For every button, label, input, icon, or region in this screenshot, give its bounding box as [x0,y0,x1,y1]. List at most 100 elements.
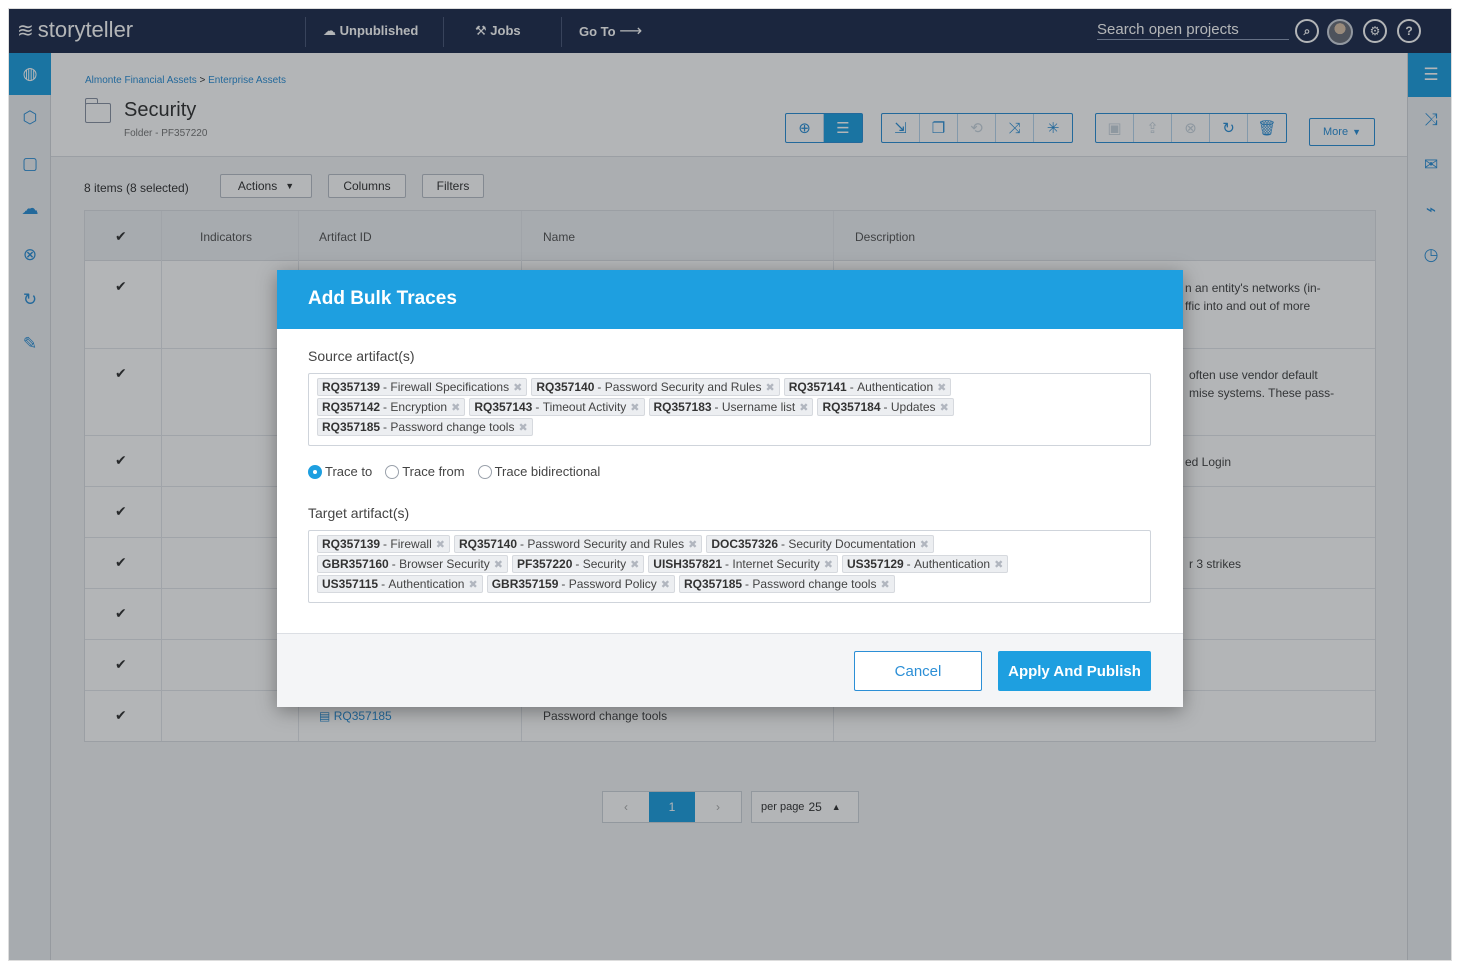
tag-row: US357115- Authentication ✖ GBR357159- Pass… [317,575,1142,593]
tag-separator: - [520,537,528,551]
tag-separator: - [575,557,583,571]
trace-to-radio[interactable]: Trace to [308,464,372,479]
tag-artifact-name: Authentication [857,380,934,394]
tag-separator: - [883,400,891,414]
remove-tag-icon[interactable]: ✖ [468,578,477,591]
remove-tag-icon[interactable]: ✖ [513,381,522,394]
tag-separator: - [597,380,605,394]
tag-separator: - [383,400,391,414]
artifact-tag[interactable]: RQ357139- Firewall Specifications ✖ [317,378,528,396]
artifact-tag[interactable]: RQ357185- Password change tools ✖ [679,575,895,593]
tag-artifact-id: DOC357326 [711,537,779,551]
tag-artifact-name: Username list [721,400,796,414]
remove-tag-icon[interactable]: ✖ [765,381,774,394]
artifact-tag[interactable]: UISH357821- Internet Security ✖ [648,555,838,573]
tag-artifact-id: GBR357160 [322,557,389,571]
remove-tag-icon[interactable]: ✖ [518,421,527,434]
tag-separator: - [849,380,858,394]
dialog-header: Add Bulk Traces [277,270,1183,329]
artifact-tag[interactable]: DOC357326- Security Documentation ✖ [706,535,934,553]
remove-tag-icon[interactable]: ✖ [880,578,889,591]
tag-artifact-name: Password change tools [752,577,877,591]
tag-artifact-id: US357129 [846,557,904,571]
tag-row: RQ357139- Firewall Specifications ✖ RQ3571… [317,378,1142,396]
tag-row: RQ357139- Firewall ✖ RQ357140- Password Se… [317,535,1142,553]
tag-artifact-id: RQ357140 [536,380,595,394]
remove-tag-icon[interactable]: ✖ [799,401,808,414]
tag-artifact-id: PF357220 [516,557,573,571]
tag-artifact-name: Updates [890,400,936,414]
tag-artifact-id: RQ357139 [322,380,381,394]
app-window: ≋ storyteller ☁ Unpublished ⚒ Jobs Go To… [8,8,1452,961]
tag-artifact-id: US357115 [322,577,379,591]
tag-artifact-name: Internet Security [732,557,820,571]
source-label: Source artifact(s) [308,348,415,364]
tag-separator: - [561,577,569,591]
tag-artifact-name: Authentication [914,557,991,571]
remove-tag-icon[interactable]: ✖ [937,381,946,394]
remove-tag-icon[interactable]: ✖ [824,558,833,571]
artifact-tag[interactable]: RQ357185- Password change tools ✖ [317,418,533,436]
tag-artifact-name: Security [582,557,627,571]
dialog-footer: Cancel Apply And Publish [277,633,1183,707]
tag-artifact-id: RQ357140 [458,537,517,551]
trace-direction-group: Trace to Trace from Trace bidirectional [308,464,600,479]
remove-tag-icon[interactable]: ✖ [451,401,460,414]
dialog-title: Add Bulk Traces [308,288,457,309]
artifact-tag[interactable]: RQ357141- Authentication ✖ [783,378,952,396]
artifact-tag[interactable]: RQ357142- Encryption ✖ [317,398,466,416]
tag-artifact-id: RQ357139 [322,537,381,551]
tag-artifact-name: Authentication [388,577,465,591]
tag-artifact-id: GBR357159 [491,577,559,591]
tag-artifact-id: RQ357142 [322,400,381,414]
remove-tag-icon[interactable]: ✖ [630,558,639,571]
artifact-tag[interactable]: GBR357159- Password Policy ✖ [486,575,675,593]
apply-and-publish-button[interactable]: Apply And Publish [998,651,1151,691]
target-artifacts-field[interactable]: RQ357139- Firewall ✖ RQ357140- Password Se… [308,530,1151,603]
tag-artifact-name: Security Documentation [788,537,916,551]
tag-separator: - [535,400,543,414]
remove-tag-icon[interactable]: ✖ [940,401,949,414]
artifact-tag[interactable]: RQ357184- Updates ✖ [817,398,954,416]
remove-tag-icon[interactable]: ✖ [436,538,445,551]
tag-separator: - [781,537,789,551]
tag-artifact-id: RQ357184 [822,400,881,414]
remove-tag-icon[interactable]: ✖ [688,538,697,551]
tag-artifact-name: Firewall Specifications [390,380,510,394]
source-artifacts-field[interactable]: RQ357139- Firewall Specifications ✖ RQ3571… [308,373,1151,446]
tag-artifact-name: Browser Security [399,557,490,571]
artifact-tag[interactable]: PF357220- Security ✖ [511,555,645,573]
tag-row: GBR357160- Browser Security ✖ PF357220- Se… [317,555,1142,573]
artifact-tag[interactable]: GBR357160- Browser Security ✖ [317,555,508,573]
artifact-tag[interactable]: US357115- Authentication ✖ [317,575,483,593]
remove-tag-icon[interactable]: ✖ [920,538,929,551]
remove-tag-icon[interactable]: ✖ [630,401,639,414]
remove-tag-icon[interactable]: ✖ [994,558,1003,571]
tag-artifact-id: RQ357183 [653,400,712,414]
remove-tag-icon[interactable]: ✖ [494,558,503,571]
tag-artifact-name: Firewall [390,537,432,551]
artifact-tag[interactable]: RQ357139- Firewall ✖ [317,535,450,553]
trace-bidirectional-radio[interactable]: Trace bidirectional [477,464,600,479]
remove-tag-icon[interactable]: ✖ [661,578,670,591]
tag-separator: - [725,557,733,571]
tag-artifact-name: Password Security and Rules [527,537,685,551]
artifact-tag[interactable]: RQ357140- Password Security and Rules ✖ [531,378,780,396]
radio-icon [385,464,400,479]
cancel-button[interactable]: Cancel [854,651,982,691]
radio-icon [477,464,492,479]
artifact-tag[interactable]: RQ357140- Password Security and Rules ✖ [453,535,703,553]
tag-artifact-id: RQ357185 [684,577,743,591]
target-label: Target artifact(s) [308,505,410,521]
tag-artifact-id: RQ357143 [474,400,533,414]
tag-row: RQ357185- Password change tools ✖ [317,418,1142,436]
artifact-tag[interactable]: RQ357183- Username list ✖ [648,398,814,416]
tag-artifact-id: RQ357141 [788,380,847,394]
artifact-tag[interactable]: RQ357143- Timeout Activity ✖ [469,398,645,416]
add-bulk-traces-dialog: Add Bulk Traces Source artifact(s) RQ357… [277,270,1183,707]
tag-separator: - [383,420,391,434]
artifact-tag[interactable]: US357129- Authentication ✖ [841,555,1009,573]
trace-from-radio[interactable]: Trace from [385,464,465,479]
tag-artifact-name: Password change tools [390,420,515,434]
tag-separator: - [391,557,400,571]
